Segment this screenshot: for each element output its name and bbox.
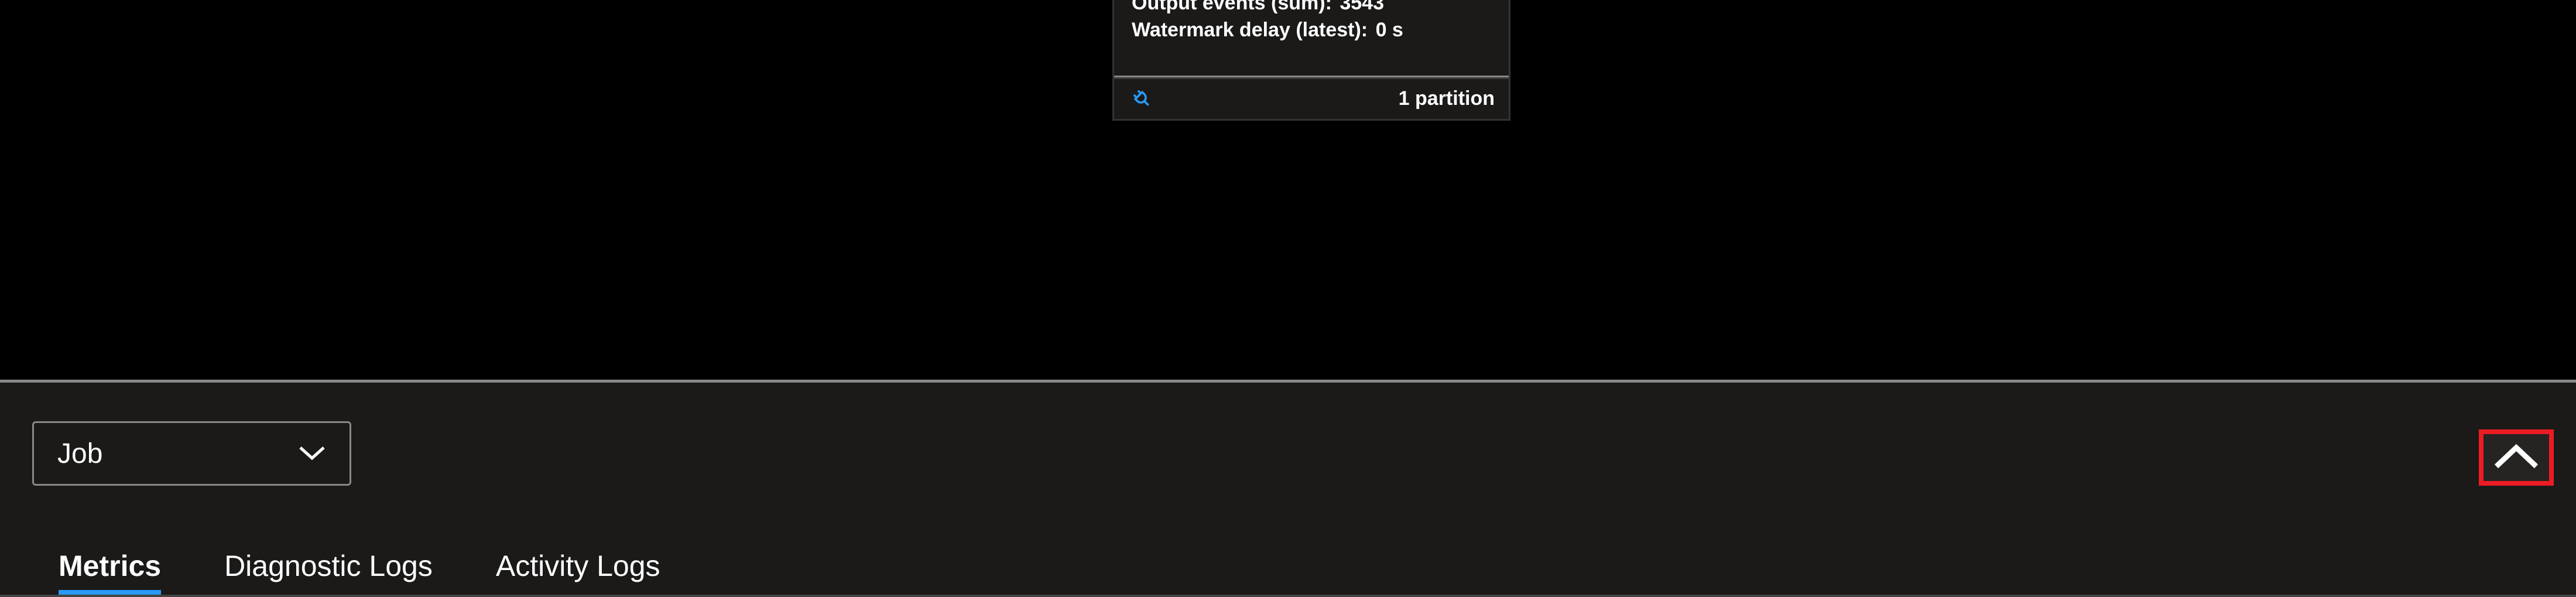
bottom-panel: Job Metrics Diagnostic Logs Activity Logs xyxy=(0,383,2576,597)
tab-diagnostic-logs[interactable]: Diagnostic Logs xyxy=(224,549,433,593)
stream-node-card[interactable]: Output events (sum) 3543 Watermark delay… xyxy=(1112,0,1510,121)
scope-dropdown-label: Job xyxy=(57,438,102,470)
node-partition-text: 1 partition xyxy=(1399,87,1495,110)
panel-bottom-border xyxy=(0,595,2576,597)
stat-value: 0 s xyxy=(1376,19,1403,41)
stat-row: Output events (sum) 3543 xyxy=(1132,0,1492,17)
tab-activity-logs[interactable]: Activity Logs xyxy=(496,549,660,593)
connector-icon xyxy=(1131,87,1154,111)
stat-label: Output events (sum) xyxy=(1132,0,1332,14)
stat-label: Watermark delay (latest) xyxy=(1132,19,1368,41)
chevron-up-icon xyxy=(2492,441,2541,475)
node-footer: 1 partition xyxy=(1114,77,1509,119)
job-diagram-canvas[interactable]: Output events (sum) 3543 Watermark delay… xyxy=(0,0,2576,380)
scope-dropdown[interactable]: Job xyxy=(32,421,351,486)
panel-tabs: Metrics Diagnostic Logs Activity Logs xyxy=(59,549,660,593)
expand-panel-button[interactable] xyxy=(2479,429,2554,486)
node-stats: Output events (sum) 3543 Watermark delay… xyxy=(1114,0,1509,52)
stat-row: Watermark delay (latest) 0 s xyxy=(1132,17,1492,44)
chevron-down-icon xyxy=(298,438,326,470)
stat-value: 3543 xyxy=(1340,0,1384,14)
tab-metrics[interactable]: Metrics xyxy=(59,549,161,593)
